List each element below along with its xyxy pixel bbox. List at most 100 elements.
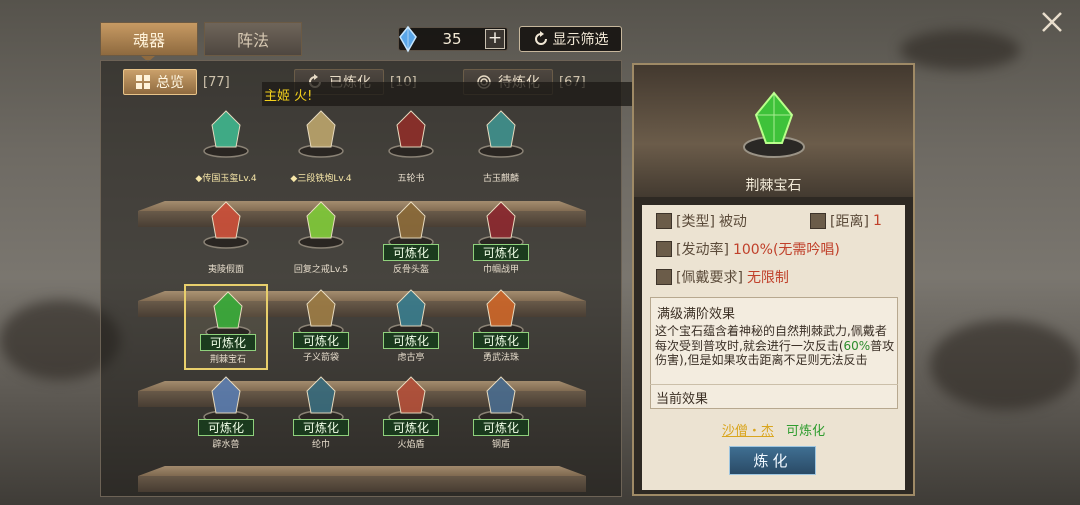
add-currency-button[interactable]: + [485, 29, 505, 49]
overview-button[interactable]: 总览 [123, 69, 197, 95]
item-icon [203, 376, 249, 424]
item-name: ◆传国玉玺Lv.4 [195, 174, 257, 184]
item-icon [388, 289, 434, 337]
sword-icon [656, 213, 672, 229]
refinable-badge: 可炼化 [383, 332, 439, 349]
refinable-badge: 可炼化 [293, 419, 349, 436]
requirement-key: [佩戴要求] [676, 270, 743, 286]
grid-icon [136, 75, 150, 89]
refine-status: 可炼化 [786, 424, 826, 439]
tab-overview[interactable]: 总览 [77] [123, 69, 230, 95]
item-name: 巾帼战甲 [482, 265, 519, 275]
item-name: 虑古亭 [397, 353, 425, 363]
blue-gem-icon [399, 25, 417, 53]
refine-button[interactable]: 炼化 [729, 446, 816, 475]
item-name: 纶巾 [311, 440, 330, 450]
detail-header: 荆棘宝石 [634, 65, 913, 197]
filter-label: 显示筛选 [552, 32, 609, 48]
overview-count: [77] [203, 74, 230, 90]
item-icon [298, 289, 344, 337]
currency-value: 35 [442, 30, 462, 48]
range-key: [距离] [830, 214, 869, 230]
collection-item[interactable]: 可炼化 巾帼战甲 [459, 196, 543, 282]
item-icon [203, 110, 249, 158]
show-filter-button[interactable]: 显示筛选 [519, 26, 622, 52]
item-name: 子义箭袋 [302, 353, 339, 363]
rate-key: [发动率] [676, 242, 729, 258]
currency-counter: 35 + [398, 25, 508, 53]
notice-text: 主姬 火! [264, 89, 313, 104]
refresh-icon [534, 31, 547, 45]
item-name: 钢盾 [491, 440, 510, 450]
item-icon [298, 376, 344, 424]
collection-item[interactable]: 五轮书 [369, 105, 453, 191]
refinable-badge: 可炼化 [200, 334, 256, 351]
range-value: 1 [872, 213, 882, 229]
effect-description: 这个宝石蕴含着神秘的自然荆棘武力,佩戴者每次受到普攻时,就会进行一次反击(60%… [655, 324, 897, 368]
item-name: 古玉麒麟 [482, 174, 519, 184]
item-icon [478, 110, 524, 158]
attr-range-row: [距离] 1 [810, 211, 882, 231]
overview-label: 总览 [156, 75, 184, 91]
refinable-badge: 可炼化 [198, 419, 254, 436]
item-icon [388, 110, 434, 158]
collection-item[interactable]: 可炼化 勇武法珠 [459, 284, 543, 370]
item-icon [388, 201, 434, 249]
shelf [138, 466, 586, 492]
item-icon [478, 201, 524, 249]
item-name: 荆棘宝石 [209, 355, 246, 365]
detail-item-name: 荆棘宝石 [745, 178, 802, 194]
item-icon [478, 376, 524, 424]
thorn-gem-icon [743, 91, 805, 158]
collection-item[interactable]: 古玉麒麟 [459, 105, 543, 191]
burst-icon [656, 241, 672, 257]
item-name: 回复之戒Lv.5 [293, 265, 349, 275]
background-cloud [930, 320, 1080, 410]
refinable-badge: 可炼化 [473, 419, 529, 436]
item-name: 勇武法珠 [482, 353, 519, 363]
attr-type-row: [类型] 被动 [656, 211, 747, 231]
collection-item[interactable]: 可炼化 火焰盾 [369, 371, 453, 457]
item-name: 夷陵假面 [207, 265, 244, 275]
refinable-badge: 可炼化 [383, 419, 439, 436]
item-name: ◆三段铁炮Lv.4 [290, 174, 352, 184]
collection-item[interactable]: 可炼化 子义箭袋 [279, 284, 363, 370]
collection-item[interactable]: ◆三段铁炮Lv.4 [279, 105, 363, 191]
type-key: [类型] [676, 214, 715, 230]
background-cloud [900, 30, 1020, 70]
attr-rate-row: [发动率] 100%(无需吟唱) [656, 239, 840, 259]
item-icon [298, 201, 344, 249]
type-value: 被动 [718, 214, 747, 230]
collection-item[interactable]: 可炼化 辟水兽 [184, 371, 268, 457]
collection-item[interactable]: 夷陵假面 [184, 196, 268, 282]
current-effect-title: 当前效果 [650, 384, 898, 408]
item-icon [203, 201, 249, 249]
rate-value: 100%(无需吟唱) [732, 242, 840, 258]
item-name: 反骨头盔 [392, 265, 429, 275]
item-collection-panel: 总览 [77] 已炼化 [10] 待炼化 [67] [100, 60, 622, 497]
collection-item[interactable]: 可炼化 反骨头盔 [369, 196, 453, 282]
item-name: 五轮书 [397, 174, 425, 184]
close-icon[interactable] [1040, 10, 1064, 34]
refinable-badge: 可炼化 [383, 244, 439, 261]
collection-item[interactable]: 回复之戒Lv.5 [279, 196, 363, 282]
item-name: 辟水兽 [212, 440, 240, 450]
hero-name-link[interactable]: 沙僧・杰 [722, 424, 774, 439]
collection-item[interactable]: 可炼化 荆棘宝石 [184, 284, 268, 370]
refine-info: 沙僧・杰 可炼化 [632, 420, 915, 439]
requirement-value: 无限制 [746, 270, 789, 286]
item-icon [478, 289, 524, 337]
item-icon [388, 376, 434, 424]
item-icon [298, 110, 344, 158]
tab-hunqi[interactable]: 魂器 [100, 22, 198, 56]
refinable-badge: 可炼化 [473, 244, 529, 261]
range-icon [810, 213, 826, 229]
refinable-badge: 可炼化 [473, 332, 529, 349]
collection-item[interactable]: ◆传国玉玺Lv.4 [184, 105, 268, 191]
collection-item[interactable]: 可炼化 纶巾 [279, 371, 363, 457]
tab-zhenfa[interactable]: 阵法 [204, 22, 302, 56]
collection-item[interactable]: 可炼化 钢盾 [459, 371, 543, 457]
burst-icon [656, 269, 672, 285]
max-effect-title: 满级满阶效果 [657, 307, 736, 322]
collection-item[interactable]: 可炼化 虑古亭 [369, 284, 453, 370]
